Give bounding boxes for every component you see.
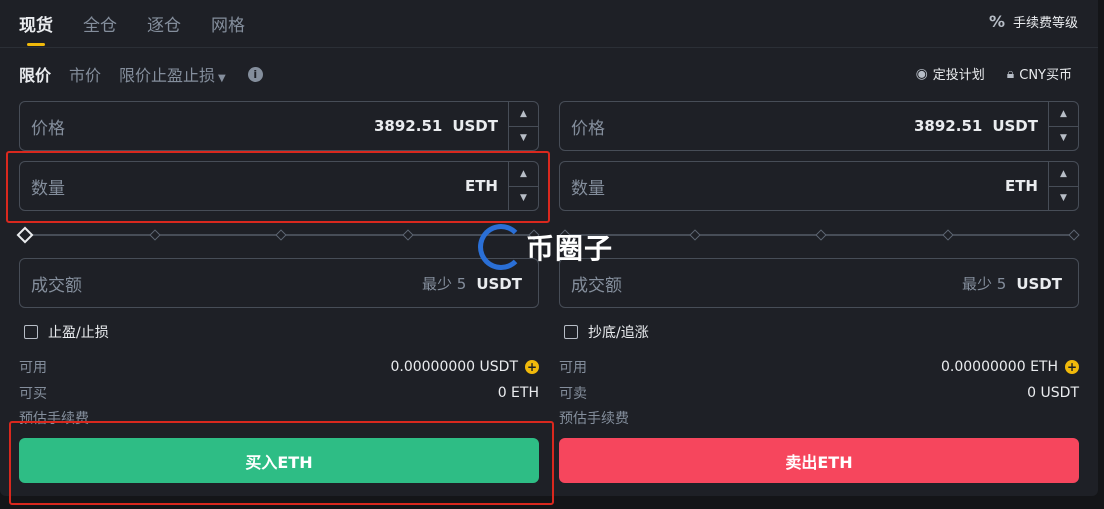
stop-limit-label: 限价止盈止损 (119, 66, 216, 85)
buy-price-stepper: ▲ ▼ (508, 102, 538, 150)
add-funds-icon[interactable]: + (1065, 360, 1079, 374)
decrement-icon[interactable]: ▼ (1049, 127, 1078, 151)
buy-max-row: 可买 0 ETH (19, 383, 539, 403)
buy-price-value: 3892.51 USDT (374, 117, 498, 135)
slider-handle[interactable] (559, 229, 571, 241)
trade-panel: 现货 全仓 逐仓 网格 % 手续费等级 限价 市价 限价止盈止损 ▼ i ◉ 定投… (0, 0, 1098, 496)
slider-mark-75[interactable] (942, 229, 954, 241)
sell-max-value: 0 USDT (1027, 385, 1079, 401)
sell-amount-input[interactable]: 数量 ETH ▲ ▼ (559, 161, 1079, 211)
sell-max-label: 可卖 (559, 386, 587, 402)
slider-mark-75[interactable] (402, 229, 414, 241)
order-type-stop-limit[interactable]: 限价止盈止损 ▼ (119, 62, 226, 86)
lock-icon: 🔒︎ (1006, 65, 1015, 82)
sell-price-label: 价格 (571, 118, 605, 139)
decrement-icon[interactable]: ▼ (509, 127, 538, 151)
increment-icon[interactable]: ▲ (1049, 102, 1078, 127)
checkbox[interactable] (564, 325, 578, 339)
slider-mark-50[interactable] (275, 229, 287, 241)
fee-level-link[interactable]: % 手续费等级 (989, 12, 1078, 31)
tab-isolated[interactable]: 逐仓 (147, 0, 181, 48)
add-funds-icon[interactable]: + (525, 360, 539, 374)
buy-fee-row: 预估手续费 (19, 408, 539, 428)
buy-button[interactable]: 买入ETH (19, 438, 539, 483)
top-tabs: 现货 全仓 逐仓 网格 (19, 0, 275, 48)
sell-price-value: 3892.51 USDT (914, 117, 1038, 135)
info-icon[interactable]: i (247, 66, 263, 82)
increment-icon[interactable]: ▲ (1049, 162, 1078, 187)
slider-mark-100[interactable] (1068, 229, 1080, 241)
slider-mark-25[interactable] (149, 229, 161, 241)
sell-button[interactable]: 卖出ETH (559, 438, 1079, 483)
sell-amount-slider[interactable] (559, 228, 1081, 242)
eye-icon: ◉ (915, 65, 928, 82)
tab-spot[interactable]: 现货 (19, 0, 53, 48)
slider-handle[interactable] (16, 226, 34, 244)
tab-grid[interactable]: 网格 (211, 0, 245, 48)
buy-available-label: 可用 (19, 360, 47, 376)
order-type-row: 限价 市价 限价止盈止损 ▼ i (19, 62, 263, 86)
buy-amount-stepper: ▲ ▼ (508, 162, 538, 210)
buy-amount-label: 数量 (31, 178, 65, 199)
sell-available-value: 0.00000000 ETH (941, 359, 1058, 375)
sell-fee-label[interactable]: 预估手续费 (559, 408, 629, 428)
sell-price-input[interactable]: 价格 3892.51 USDT ▲ ▼ (559, 101, 1079, 151)
auto-invest-link[interactable]: ◉ 定投计划 (915, 64, 985, 84)
sell-amount-unit: ETH (1004, 177, 1038, 195)
buy-max-label: 可买 (19, 386, 47, 402)
decrement-icon[interactable]: ▼ (1049, 187, 1078, 211)
sell-amount-label: 数量 (571, 178, 605, 199)
percent-icon: % (988, 12, 1005, 31)
slider-mark-25[interactable] (689, 229, 701, 241)
sell-amount-stepper: ▲ ▼ (1048, 162, 1078, 210)
slider-mark-50[interactable] (815, 229, 827, 241)
increment-icon[interactable]: ▲ (509, 162, 538, 187)
divider (0, 47, 1098, 48)
buy-available-row: 可用 0.00000000 USDT + (19, 357, 539, 377)
fee-level-label: 手续费等级 (1012, 16, 1078, 31)
buy-total-label: 成交额 (31, 275, 82, 296)
sell-fee-row: 预估手续费 (559, 408, 1079, 428)
buy-amount-input[interactable]: 数量 ETH ▲ ▼ (19, 161, 539, 211)
buy-amount-slider[interactable] (16, 226, 541, 244)
order-type-limit[interactable]: 限价 (19, 62, 51, 86)
sell-dip-checkbox[interactable]: 抄底/追涨 (564, 322, 649, 342)
sell-total-input[interactable]: 成交额 最少 5 USDT (559, 258, 1079, 308)
tab-cross[interactable]: 全仓 (83, 0, 117, 48)
auto-invest-label: 定投计划 (932, 68, 985, 83)
buy-total-value: 最少 5 USDT (422, 274, 522, 293)
buy-fee-label[interactable]: 预估手续费 (19, 408, 89, 428)
sell-max-row: 可卖 0 USDT (559, 383, 1079, 403)
decrement-icon[interactable]: ▼ (509, 187, 538, 211)
buy-price-label: 价格 (31, 118, 65, 139)
buy-cny-link[interactable]: 🔒︎ CNY买币 (1006, 64, 1072, 84)
sell-total-label: 成交额 (571, 275, 622, 296)
sell-dip-label: 抄底/追涨 (588, 325, 649, 341)
sell-available-row: 可用 0.00000000 ETH + (559, 357, 1079, 377)
buy-max-value: 0 ETH (497, 385, 539, 401)
right-links: ◉ 定投计划 🔒︎ CNY买币 (894, 64, 1072, 84)
slider-mark-100[interactable] (528, 229, 540, 241)
increment-icon[interactable]: ▲ (509, 102, 538, 127)
buy-tpsl-label: 止盈/止损 (48, 325, 109, 341)
sell-total-value: 最少 5 USDT (962, 274, 1062, 293)
checkbox[interactable] (24, 325, 38, 339)
order-type-market[interactable]: 市价 (69, 62, 101, 86)
buy-available-value: 0.00000000 USDT (390, 359, 518, 375)
buy-price-input[interactable]: 价格 3892.51 USDT ▲ ▼ (19, 101, 539, 151)
sell-price-stepper: ▲ ▼ (1048, 102, 1078, 150)
buy-tpsl-checkbox[interactable]: 止盈/止损 (24, 322, 109, 342)
buy-cny-label: CNY买币 (1019, 68, 1072, 83)
buy-amount-unit: ETH (464, 177, 498, 195)
sell-available-label: 可用 (559, 360, 587, 376)
buy-total-input[interactable]: 成交额 最少 5 USDT (19, 258, 539, 308)
caret-down-icon: ▼ (218, 73, 226, 84)
